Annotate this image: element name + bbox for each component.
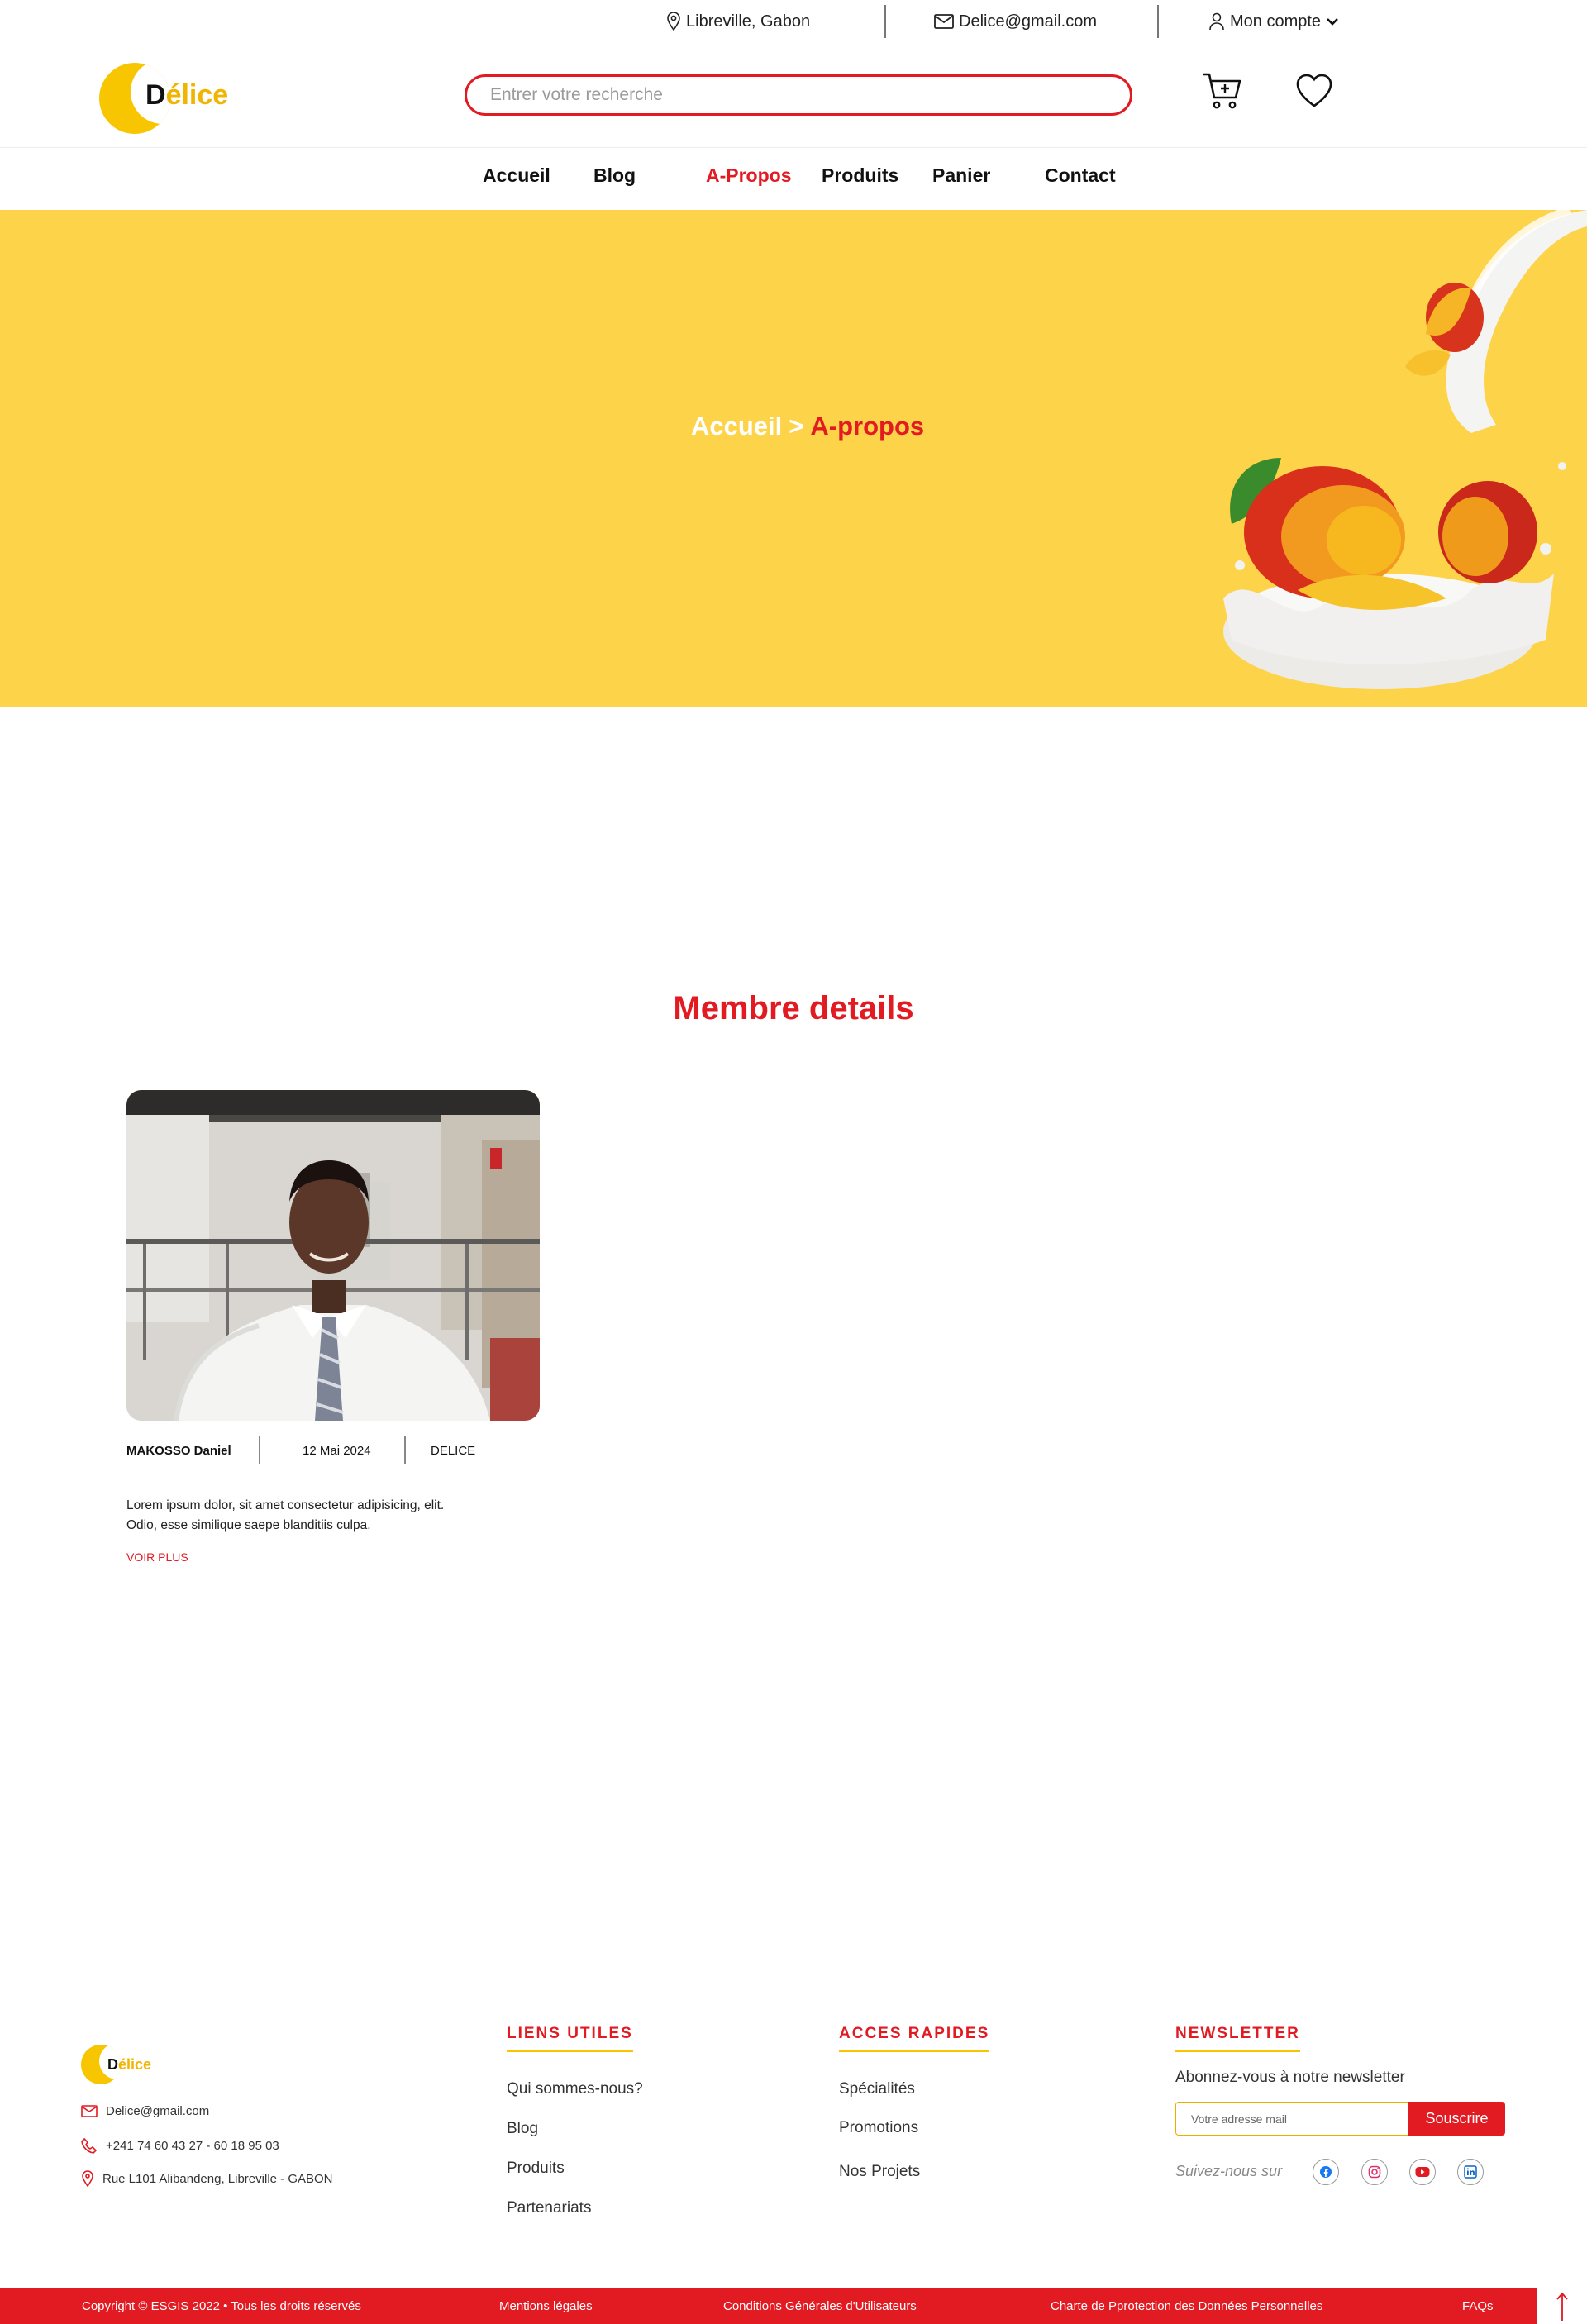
footer-links-title: LIENS UTILES: [507, 2025, 633, 2052]
cgu-link[interactable]: Conditions Générales d'Utilisateurs: [723, 2299, 917, 2313]
mail-icon: [934, 14, 954, 29]
newsletter-email-input[interactable]: [1175, 2102, 1408, 2136]
footer-link-projets[interactable]: Nos Projets: [839, 2163, 920, 2181]
breadcrumb-separator: >: [789, 412, 804, 441]
nav-item-produits[interactable]: Produits: [822, 164, 898, 187]
mango-milk-splash-image: [1223, 210, 1587, 689]
follow-label: Suivez-nous sur: [1175, 2163, 1283, 2179]
location-text: Libreville, Gabon: [686, 12, 811, 31]
phone-icon: [81, 2137, 98, 2154]
footer-link-about[interactable]: Qui sommes-nous?: [507, 2080, 643, 2098]
site-logo[interactable]: Délice: [99, 63, 248, 136]
linkedin-icon: [1464, 2165, 1477, 2179]
faq-link[interactable]: FAQs: [1462, 2299, 1494, 2313]
location-info: Libreville, Gabon: [666, 10, 810, 33]
back-to-top-button[interactable]: [1536, 2288, 1587, 2324]
instagram-button[interactable]: [1361, 2159, 1388, 2185]
breadcrumb: Accueil > A-propos: [691, 412, 924, 441]
footer-link-blog[interactable]: Blog: [507, 2120, 538, 2138]
newsletter-text: Abonnez-vous à notre newsletter: [1175, 2069, 1405, 2086]
member-name: MAKOSSO Daniel: [126, 1444, 231, 1458]
footer-logo[interactable]: Délice: [81, 2045, 180, 2088]
copyright-text: Copyright © ESGIS 2022 • Tous les droits…: [82, 2299, 361, 2313]
instagram-icon: [1368, 2165, 1381, 2179]
youtube-button[interactable]: [1409, 2159, 1436, 2185]
account-menu[interactable]: Mon compte: [1208, 10, 1339, 33]
nav-item-a-propos[interactable]: A-Propos: [706, 164, 792, 187]
footer-link-partenariats[interactable]: Partenariats: [507, 2199, 591, 2217]
wishlist-button[interactable]: [1294, 73, 1334, 109]
linkedin-button[interactable]: [1457, 2159, 1484, 2185]
logo-text: Délice: [145, 79, 229, 111]
footer-link-specialites[interactable]: Spécialités: [839, 2080, 915, 2098]
nav-item-accueil[interactable]: Accueil: [483, 164, 550, 187]
arrow-up-icon: [1556, 2292, 1568, 2321]
member-photo[interactable]: [126, 1090, 540, 1421]
top-bar: Libreville, Gabon Delice@gmail.com Mon c…: [0, 0, 1587, 43]
nav-item-panier[interactable]: Panier: [932, 164, 990, 187]
user-icon: [1209, 12, 1224, 31]
heart-icon: [1296, 74, 1332, 107]
footer-link-produits[interactable]: Produits: [507, 2160, 565, 2178]
divider: [404, 1436, 406, 1464]
map-pin-icon: [667, 12, 680, 31]
cart-icon: [1203, 73, 1241, 109]
footer-email-text: Delice@gmail.com: [106, 2104, 210, 2118]
nav-item-contact[interactable]: Contact: [1045, 164, 1116, 187]
facebook-button[interactable]: [1313, 2159, 1339, 2185]
map-pin-icon: [82, 2170, 93, 2187]
footer-quick-title: ACCES RAPIDES: [839, 2025, 990, 2052]
cart-button[interactable]: [1200, 68, 1245, 112]
footer: Délice Delice@gmail.com +241 74 60 43 27…: [0, 1983, 1587, 2289]
footer-address-text: Rue L101 Alibandeng, Libreville - GABON: [102, 2171, 333, 2186]
facebook-icon: [1320, 2166, 1332, 2178]
mail-icon: [81, 2105, 98, 2117]
footer-email[interactable]: Delice@gmail.com: [81, 2104, 209, 2118]
main-nav: Accueil Blog A-Propos Produits Panier Co…: [0, 147, 1587, 210]
footer-address: Rue L101 Alibandeng, Libreville - GABON: [81, 2170, 333, 2187]
bottom-bar: Copyright © ESGIS 2022 • Tous les droits…: [0, 2288, 1587, 2324]
email-text: Delice@gmail.com: [959, 12, 1098, 31]
voir-plus-link[interactable]: VOIR PLUS: [126, 1550, 188, 1564]
breadcrumb-home[interactable]: Accueil: [691, 412, 782, 441]
member-date: 12 Mai 2024: [303, 1444, 371, 1458]
member-excerpt: Lorem ipsum dolor, sit amet consectetur …: [126, 1498, 445, 1532]
section-title: Membre details: [673, 990, 914, 1026]
newsletter-subscribe-button[interactable]: Souscrire: [1408, 2102, 1505, 2136]
legal-link[interactable]: Mentions légales: [499, 2299, 593, 2313]
member-meta: MAKOSSO Daniel 12 Mai 2024 DELICE: [126, 1436, 540, 1464]
divider: [884, 5, 886, 38]
footer-newsletter-title: NEWSLETTER: [1175, 2025, 1300, 2052]
member-company: DELICE: [431, 1444, 476, 1458]
header: Délice: [0, 43, 1587, 147]
breadcrumb-current: A-propos: [810, 412, 925, 441]
footer-logo-text: Délice: [107, 2056, 152, 2073]
footer-phone-text: +241 74 60 43 27 - 60 18 95 03: [106, 2138, 279, 2153]
chevron-down-icon: [1327, 18, 1338, 26]
member-portrait-image: [126, 1090, 540, 1421]
youtube-icon: [1415, 2167, 1430, 2177]
nav-item-blog[interactable]: Blog: [593, 164, 636, 187]
account-label: Mon compte: [1230, 12, 1322, 31]
divider: [259, 1436, 260, 1464]
footer-phone[interactable]: +241 74 60 43 27 - 60 18 95 03: [81, 2137, 279, 2154]
footer-link-promotions[interactable]: Promotions: [839, 2119, 918, 2137]
privacy-charter-link[interactable]: Charte de Pprotection des Données Person…: [1051, 2299, 1322, 2313]
hero-banner: Accueil > A-propos: [0, 210, 1587, 707]
divider: [1157, 5, 1159, 38]
email-info[interactable]: Delice@gmail.com: [934, 10, 1097, 33]
search-input[interactable]: [465, 74, 1132, 116]
